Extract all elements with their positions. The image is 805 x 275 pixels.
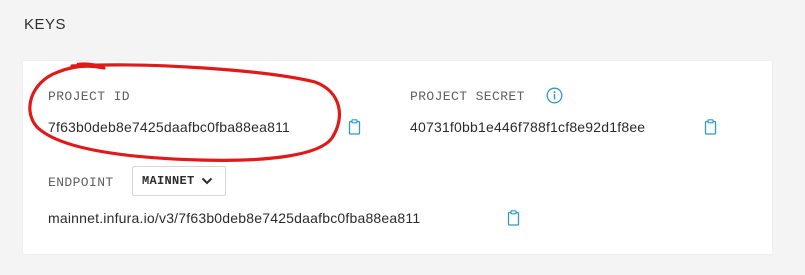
- copy-project-secret-icon[interactable]: [704, 119, 717, 135]
- project-id-label: PROJECT ID: [48, 89, 131, 104]
- copy-endpoint-icon[interactable]: [507, 210, 520, 226]
- endpoint-label: ENDPOINT: [48, 175, 114, 190]
- project-secret-label: PROJECT SECRET: [410, 89, 525, 104]
- project-id-value[interactable]: 7f63b0deb8e7425daafbc0fba88ea811: [48, 119, 290, 135]
- network-select-value: MAINNET: [142, 174, 195, 188]
- info-icon[interactable]: [546, 87, 563, 104]
- section-title: KEYS: [24, 16, 67, 33]
- network-select[interactable]: MAINNET: [132, 166, 226, 196]
- project-secret-value[interactable]: 40731f0bb1e446f788f1cf8e92d1f8ee: [410, 119, 645, 135]
- endpoint-url-value[interactable]: mainnet.infura.io/v3/7f63b0deb8e7425daaf…: [48, 210, 420, 226]
- chevron-down-icon: [201, 177, 212, 185]
- copy-project-id-icon[interactable]: [348, 119, 361, 135]
